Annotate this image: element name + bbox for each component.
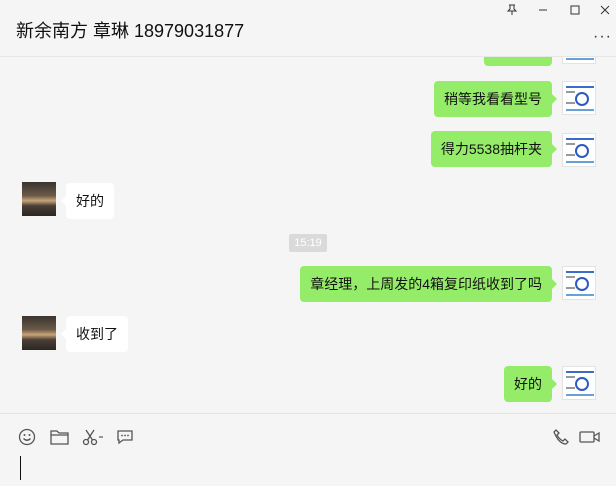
- video-icon: [579, 431, 600, 443]
- folder-icon: [49, 430, 69, 445]
- message-row: 稍等我看看型号: [0, 81, 616, 121]
- message-list[interactable]: 稍等我看看型号 得力5538抽杆夹 好的 15:19 章经理，上周发的4箱复印纸…: [0, 57, 616, 413]
- phone-icon: [553, 429, 569, 445]
- avatar-logo-icon: [566, 371, 594, 396]
- screenshot-button[interactable]: [80, 426, 106, 448]
- scissors-icon: [82, 429, 103, 446]
- pin-button[interactable]: [497, 0, 527, 20]
- pin-icon: [506, 4, 518, 15]
- avatar[interactable]: [562, 81, 596, 115]
- message-bubble[interactable]: 好的: [504, 366, 557, 402]
- emoji-button[interactable]: [16, 426, 38, 448]
- input-area: [0, 413, 616, 486]
- avatar[interactable]: [22, 182, 56, 216]
- minimize-button[interactable]: [528, 0, 558, 20]
- avatar[interactable]: [562, 266, 596, 300]
- file-button[interactable]: [48, 426, 70, 448]
- avatar[interactable]: [562, 133, 596, 167]
- message-bubble[interactable]: [484, 57, 552, 66]
- message-row: 好的: [0, 181, 616, 221]
- message-bubble[interactable]: 稍等我看看型号: [434, 81, 557, 117]
- message-bubble[interactable]: 好的: [61, 183, 114, 219]
- chat-title: 新余南方 章琳 18979031877: [16, 21, 245, 41]
- avatar[interactable]: [562, 366, 596, 400]
- avatar-logo-icon: [566, 271, 594, 296]
- maximize-button[interactable]: [560, 0, 590, 20]
- minimize-icon: [539, 9, 547, 11]
- video-call-button[interactable]: [578, 426, 602, 448]
- avatar-logo-icon: [566, 58, 594, 60]
- message-bubble[interactable]: 章经理，上周发的4箱复印纸收到了吗: [300, 266, 557, 302]
- message-row: [0, 57, 616, 70]
- avatar-logo-icon: [566, 86, 594, 111]
- message-row: 章经理，上周发的4箱复印纸收到了吗: [0, 266, 616, 306]
- chat-bubble-icon: [117, 430, 133, 445]
- time-divider: 15:19: [0, 234, 616, 254]
- voice-call-button[interactable]: [550, 426, 572, 448]
- message-row: 得力5538抽杆夹: [0, 131, 616, 171]
- title-bar: 新余南方 章琳 18979031877 ···: [0, 0, 616, 57]
- close-button[interactable]: [590, 0, 616, 20]
- timestamp: 15:19: [289, 234, 327, 252]
- avatar[interactable]: [562, 57, 596, 64]
- message-row: 好的: [0, 366, 616, 406]
- more-icon: ···: [593, 28, 612, 45]
- maximize-icon: [570, 5, 580, 15]
- emoji-icon: [18, 428, 36, 446]
- avatar-logo-icon: [566, 138, 594, 163]
- chat-history-button[interactable]: [114, 426, 136, 448]
- more-options-button[interactable]: ···: [593, 28, 612, 46]
- avatar[interactable]: [22, 316, 56, 350]
- message-bubble[interactable]: 收到了: [61, 316, 128, 352]
- message-bubble[interactable]: 得力5538抽杆夹: [430, 131, 558, 167]
- message-row: 收到了: [0, 315, 616, 355]
- close-icon: [600, 5, 610, 15]
- text-input-caret[interactable]: [20, 456, 21, 480]
